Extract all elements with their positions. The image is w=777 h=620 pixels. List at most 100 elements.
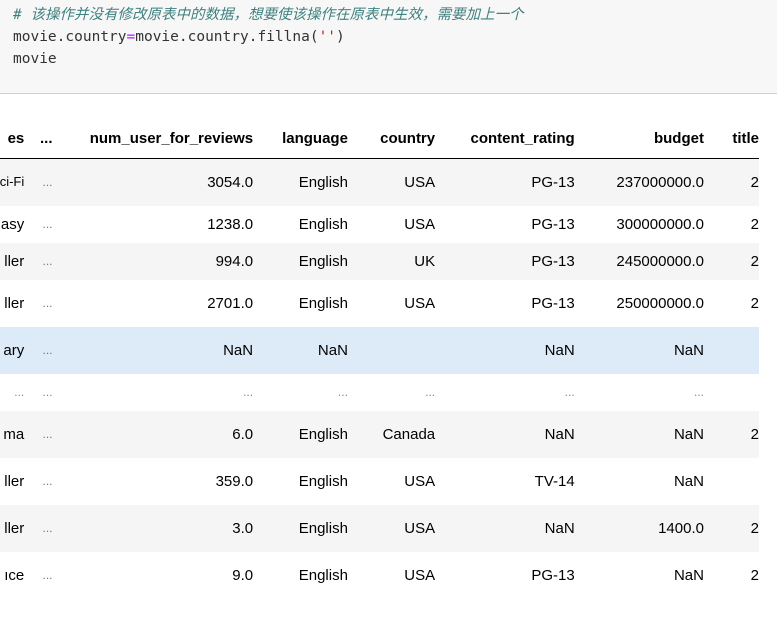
table-row[interactable]: ma... 6.0 English Canada NaN NaN 2 (0, 410, 759, 458)
table-cell-genres: ary (0, 326, 32, 374)
table-cell-ellipsis: ... (31, 205, 63, 243)
column-header: ... (31, 118, 63, 159)
table-cell-budget: 1400.0 (587, 504, 717, 552)
table-cell-num-user-for-reviews: 2701.0 (62, 279, 267, 327)
table-row[interactable]: ıce... 9.0 English USA PG-13 NaN 2 (0, 551, 759, 599)
table-cell-content-rating: PG-13 (448, 242, 588, 280)
table-cell-budget: 250000000.0 (587, 279, 717, 327)
table-cell-language: NaN (266, 326, 361, 374)
table-cell-num-user-for-reviews: 994.0 (62, 242, 267, 280)
table-cell-num-user-for-reviews: 3054.0 (62, 158, 267, 206)
table-cell-genres: asy (0, 205, 32, 243)
table-cell-num-user-for-reviews: 3.0 (62, 504, 267, 552)
column-header: budget (587, 118, 717, 159)
table-cell-ellipsis: ... (31, 551, 63, 599)
table-cell-budget: 237000000.0 (587, 158, 717, 206)
table-row[interactable]: ..................... (0, 373, 759, 411)
column-header: num_user_for_reviews (62, 118, 267, 159)
table-cell-title: 2 (716, 242, 759, 280)
table-cell-title: 2 (716, 205, 759, 243)
table-cell-budget: 245000000.0 (587, 242, 717, 280)
table-cell-language: ... (266, 373, 361, 411)
table-cell-budget: ... (587, 373, 717, 411)
table-cell-language: English (266, 279, 361, 327)
table-cell-genres: ıce (0, 551, 32, 599)
table-row[interactable]: asy... 1238.0 English USA PG-13 300000000.0 2 (0, 205, 759, 243)
column-header: country (360, 118, 449, 159)
table-cell-budget: 300000000.0 (587, 205, 717, 243)
table-cell-genres: ma (0, 410, 32, 458)
table-cell-ellipsis: ... (31, 410, 63, 458)
table-cell-ellipsis: ... (31, 373, 63, 411)
table-cell-title: 2 (716, 279, 759, 327)
table-cell-ellipsis: ... (31, 279, 63, 327)
table-cell-budget: NaN (587, 326, 717, 374)
column-header: content_rating (448, 118, 588, 159)
table-cell-genres: ller (0, 242, 32, 280)
table-row[interactable]: ary... NaN NaN NaN NaN (0, 326, 759, 374)
table-cell-country: USA (360, 279, 449, 327)
table-cell-content-rating: ... (448, 373, 588, 411)
table-cell-num-user-for-reviews: 9.0 (62, 551, 267, 599)
table-row[interactable]: ller... 359.0 English USA TV-14 NaN (0, 457, 759, 505)
table-cell-country: USA (360, 551, 449, 599)
table-cell-title: 2 (716, 410, 759, 458)
dataframe-output: es... num_user_for_reviews language country… (0, 118, 777, 620)
table-cell-ellipsis: ... (31, 326, 63, 374)
table-cell-content-rating: PG-13 (448, 279, 588, 327)
table-cell-country: USA (360, 457, 449, 505)
code-string-arg: '' (318, 29, 337, 45)
table-cell-genres: ller (0, 504, 32, 552)
table-cell-content-rating: PG-13 (448, 158, 588, 206)
table-header-row: es... num_user_for_reviews language country… (0, 118, 759, 159)
table-cell-title: 2 (716, 504, 759, 552)
table-cell-budget: NaN (587, 457, 717, 505)
code-comment: # 该操作并没有修改原表中的数据，想要使该操作在原表中生效，需要加上一个 (13, 7, 524, 23)
table-cell-genres: Sci-Fi (0, 158, 32, 206)
code-line-fillna: movie.country=movie.country.fillna('') (13, 28, 345, 46)
table-cell-genres: ller (0, 457, 32, 505)
table-row[interactable]: ller... 3.0 English USA NaN 1400.0 2 (0, 504, 759, 552)
table-row[interactable]: ller... 994.0 English UK PG-13 245000000.0 2 (0, 242, 759, 280)
table-cell-content-rating: NaN (448, 326, 588, 374)
table-cell-title: 2 (716, 158, 759, 206)
table-cell-title (716, 373, 759, 411)
table-cell-language: English (266, 242, 361, 280)
table-cell-content-rating: PG-13 (448, 205, 588, 243)
code-cell[interactable]: # 该操作并没有修改原表中的数据，想要使该操作在原表中生效，需要加上一个 mov… (0, 0, 777, 94)
column-header: es (0, 118, 32, 159)
table-row[interactable]: ller... 2701.0 English USA PG-13 250000000.0 2 (0, 279, 759, 327)
table-cell-title (716, 326, 759, 374)
code-line-output: movie (13, 51, 57, 67)
column-header: title (716, 118, 759, 159)
table-cell-language: English (266, 410, 361, 458)
table-body: Sci-Fi...3054.0EnglishUSAPG-13237000000.… (0, 158, 759, 599)
table-cell-ellipsis: ... (31, 457, 63, 505)
table-cell-country: UK (360, 242, 449, 280)
table-cell-content-rating: PG-13 (448, 551, 588, 599)
table-cell-country: USA (360, 205, 449, 243)
table-cell-genres: ller (0, 279, 32, 327)
table-cell-country: Canada (360, 410, 449, 458)
table-cell-content-rating: TV-14 (448, 457, 588, 505)
table-cell-content-rating: NaN (448, 410, 588, 458)
code-operator: = (126, 29, 136, 45)
table-cell-language: English (266, 205, 361, 243)
table-cell-budget: NaN (587, 551, 717, 599)
table-cell-language: English (266, 504, 361, 552)
table-cell-language: English (266, 457, 361, 505)
table-row[interactable]: Sci-Fi...3054.0EnglishUSAPG-13237000000.… (0, 158, 759, 206)
table-cell-content-rating: NaN (448, 504, 588, 552)
table-cell-num-user-for-reviews: 1238.0 (62, 205, 267, 243)
table-cell-num-user-for-reviews: NaN (62, 326, 267, 374)
table-cell-budget: NaN (587, 410, 717, 458)
table-cell-num-user-for-reviews: 6.0 (62, 410, 267, 458)
table-cell-title: 2 (716, 551, 759, 599)
column-header: language (266, 118, 361, 159)
table-cell-num-user-for-reviews: 359.0 (62, 457, 267, 505)
table-cell-country: USA (360, 504, 449, 552)
table-cell-language: English (266, 158, 361, 206)
code-close-paren: ) (336, 29, 345, 45)
table-cell-country: USA (360, 158, 449, 206)
code-call: movie.country.fillna( (135, 29, 319, 45)
